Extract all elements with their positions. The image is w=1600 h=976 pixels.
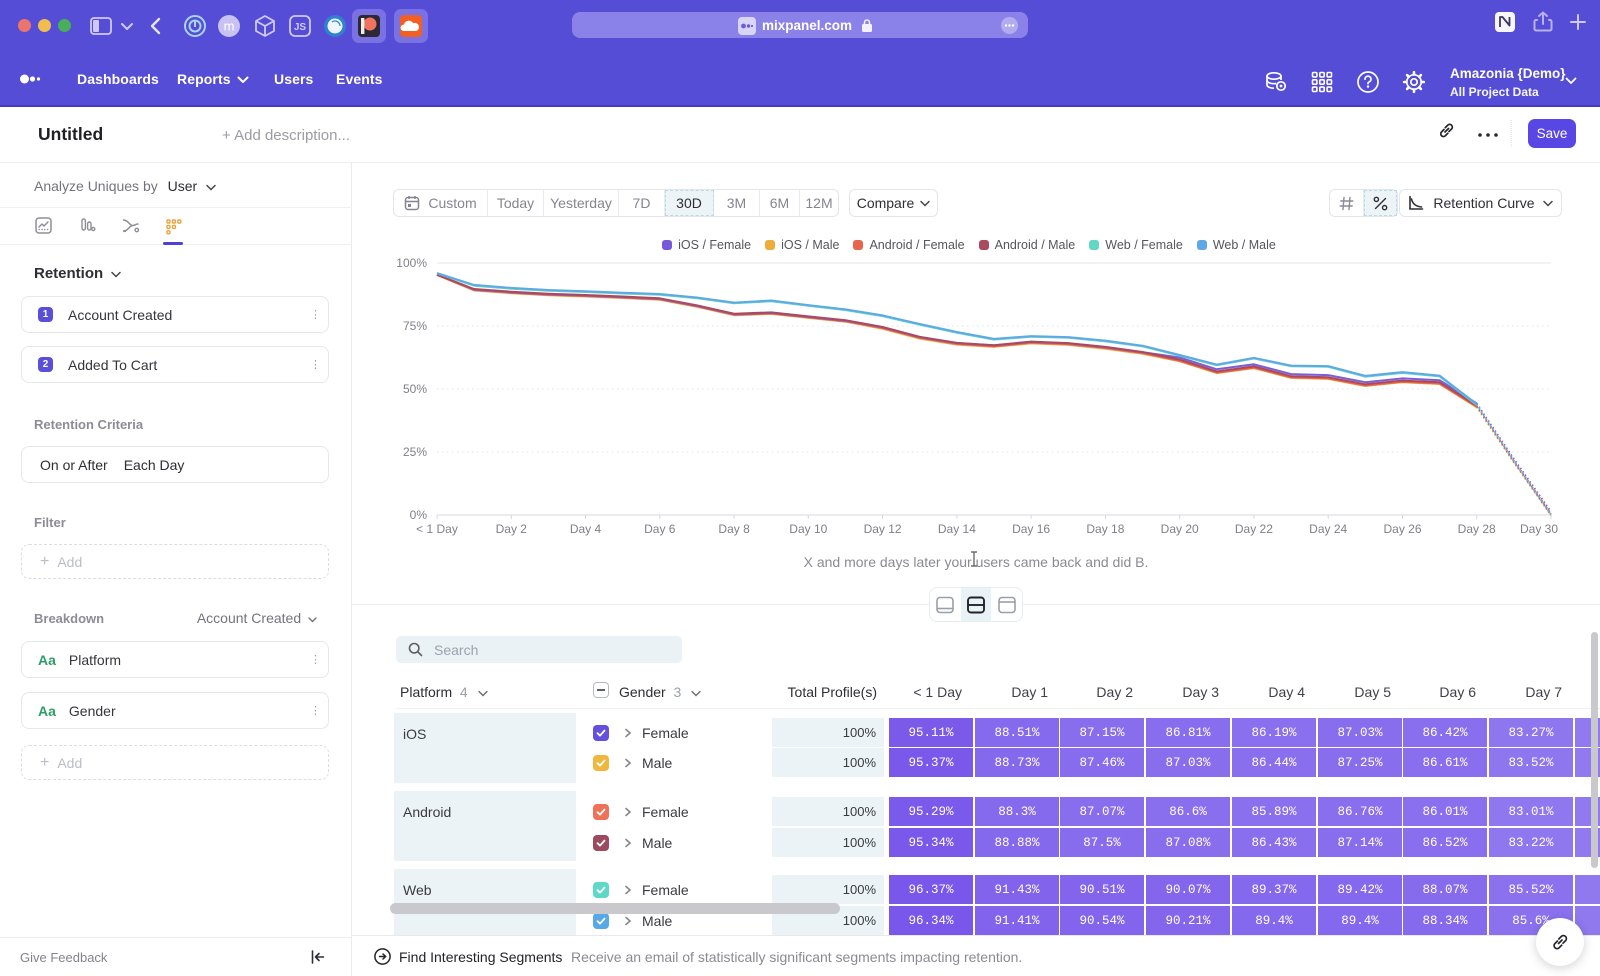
svg-text:100%: 100% [396, 256, 427, 270]
svg-text:Day 14: Day 14 [938, 522, 976, 536]
svg-text:Day 12: Day 12 [864, 522, 902, 536]
svg-text:25%: 25% [403, 445, 427, 459]
svg-text:Day 24: Day 24 [1309, 522, 1347, 536]
svg-text:75%: 75% [403, 319, 427, 333]
svg-text:Day 8: Day 8 [718, 522, 750, 536]
svg-text:Day 20: Day 20 [1161, 522, 1199, 536]
svg-text:Day 30: Day 30 [1520, 522, 1558, 536]
svg-text:Day 6: Day 6 [644, 522, 676, 536]
svg-text:Day 26: Day 26 [1383, 522, 1421, 536]
svg-text:< 1 Day: < 1 Day [416, 522, 458, 536]
svg-text:Day 10: Day 10 [789, 522, 827, 536]
svg-text:Day 28: Day 28 [1458, 522, 1496, 536]
svg-text:0%: 0% [410, 508, 428, 522]
svg-text:Day 22: Day 22 [1235, 522, 1273, 536]
svg-text:Day 2: Day 2 [496, 522, 528, 536]
svg-text:JS: JS [294, 22, 307, 33]
svg-text:Day 18: Day 18 [1086, 522, 1124, 536]
svg-text:Day 4: Day 4 [570, 522, 602, 536]
svg-text:50%: 50% [403, 382, 427, 396]
svg-text:Day 16: Day 16 [1012, 522, 1050, 536]
svg-text:m: m [224, 19, 235, 34]
